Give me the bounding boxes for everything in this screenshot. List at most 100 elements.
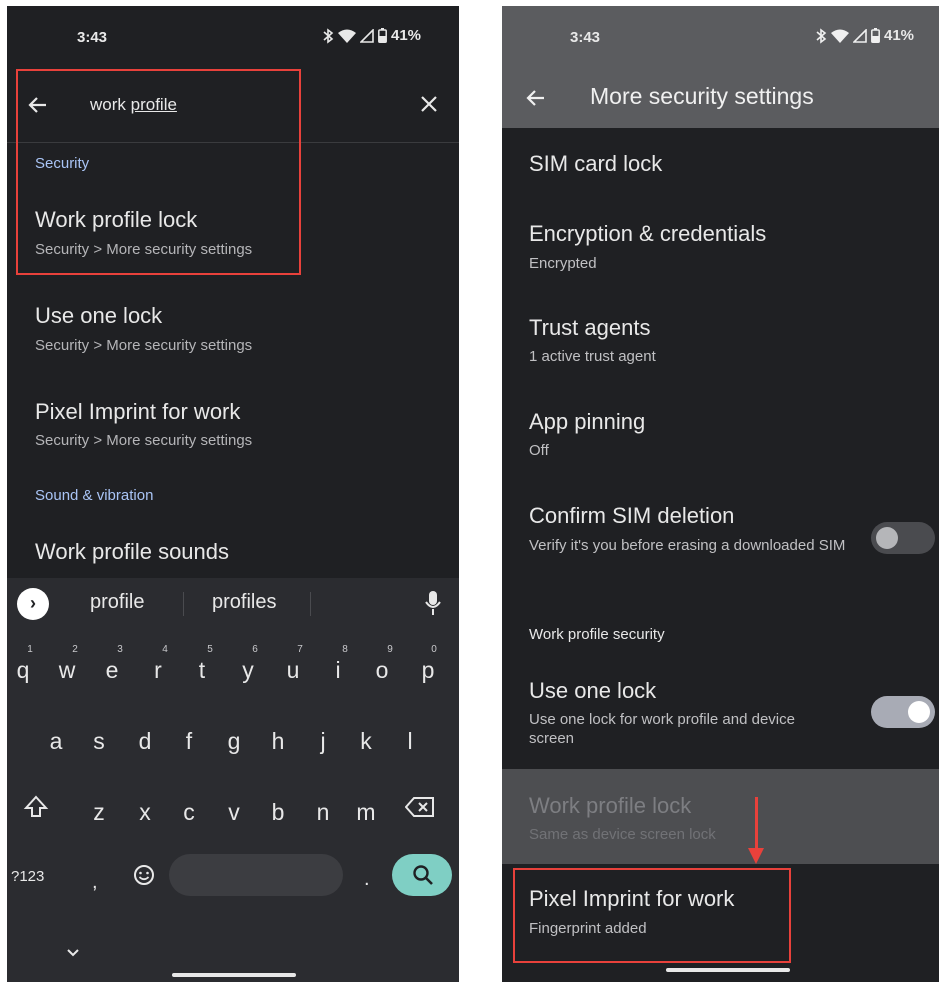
setting-subtitle: Verify it's you before erasing a downloa… [529,537,846,554]
mic-icon[interactable] [425,590,441,616]
key-a[interactable]: a [36,728,76,755]
key-hint: 9 [387,644,393,655]
key-v[interactable]: v [214,799,254,826]
key-o[interactable]: o [362,657,402,684]
key-hint: 2 [72,644,78,655]
key-period[interactable]: . [364,868,370,891]
setting-title: Encryption & credentials [529,221,767,246]
key-l[interactable]: l [390,728,430,755]
key-d[interactable]: d [125,728,165,755]
key-x[interactable]: x [125,799,165,826]
result-title: Work profile sounds [35,539,230,564]
wifi-icon [338,29,356,43]
key-h[interactable]: h [258,728,298,755]
suggestion-divider [310,592,311,616]
key-r[interactable]: r [138,657,178,684]
battery-icon [871,28,880,43]
key-g[interactable]: g [214,728,254,755]
chevron-right-icon[interactable]: › [17,588,49,620]
setting-subtitle: Fingerprint added [529,920,647,937]
key-j[interactable]: j [303,728,343,755]
left-phone-screen: 3:43 41% w o r k profile Security Work prof… [7,6,459,982]
keyboard: q w e r t y u i o p 1 2 3 4 5 6 7 8 9 0 … [7,628,459,982]
key-hint: 0 [431,644,437,655]
suggestion-divider [183,592,184,616]
setting-title: Work profile lock [529,793,692,818]
setting-subtitle: Off [529,442,549,459]
app-bar: 3:43 41% More security settings [502,6,939,128]
suggestion-profiles[interactable]: profiles [212,591,276,614]
key-u[interactable]: u [273,657,313,684]
result-title: Use one lock [35,303,163,328]
battery-icon [378,28,387,43]
bluetooth-icon [323,27,334,44]
key-k[interactable]: k [346,728,386,755]
setting-title: Use one lock [529,678,657,703]
symbols-key[interactable]: ?123 [11,868,44,885]
shift-icon[interactable] [23,794,49,820]
signal-icon [853,28,867,43]
enter-key[interactable] [392,854,452,896]
key-p[interactable]: p [408,657,448,684]
key-m[interactable]: m [346,799,386,826]
back-arrow-icon[interactable] [524,86,548,110]
key-n[interactable]: n [303,799,343,826]
close-icon[interactable] [419,94,439,114]
setting-title: Trust agents [529,315,651,340]
setting-subtitle: Encrypted [529,255,597,272]
key-b[interactable]: b [258,799,298,826]
key-c[interactable]: c [169,799,209,826]
suggestion-profile[interactable]: profile [90,591,144,614]
key-hint: 7 [297,644,303,655]
status-bar: 3:43 41% [502,6,939,66]
bluetooth-icon [816,27,827,44]
status-time: 3:43 [570,29,601,46]
gesture-nav-bar[interactable] [666,968,790,972]
battery-percent: 41% [391,27,422,44]
battery-percent: 41% [884,27,915,44]
key-hint: 4 [162,644,168,655]
key-e[interactable]: e [92,657,132,684]
results-section-sound: Sound & vibration [35,487,154,504]
status-bar: 3:43 41% [7,6,459,66]
search-icon [413,865,433,885]
highlight-box [513,868,791,963]
setting-work-profile-lock[interactable]: Work profile lock Same as device screen … [502,769,939,864]
chevron-down-icon[interactable] [66,948,80,958]
setting-title: App pinning [529,409,646,434]
key-comma[interactable]: , [92,871,98,894]
setting-subtitle: Use one lock for work profile and device… [529,711,795,747]
section-header-work-profile-security: Work profile security [529,626,665,643]
setting-subtitle: 1 active trust agent [529,348,656,365]
toggle-knob [876,527,898,549]
use-one-lock-toggle[interactable] [871,696,935,728]
key-s[interactable]: s [79,728,119,755]
key-q[interactable]: q [7,657,43,684]
backspace-icon[interactable] [405,795,435,819]
result-path: Security > More security settings [35,241,253,258]
key-w[interactable]: w [47,657,87,684]
key-y[interactable]: y [228,657,268,684]
key-i[interactable]: i [318,657,358,684]
annotation-arrow-shaft [755,797,758,852]
key-hint: 3 [117,644,123,655]
status-icons: 41% [322,27,421,44]
result-path: Security > More security settings [35,337,253,354]
key-hint: 6 [252,644,258,655]
key-t[interactable]: t [182,657,222,684]
gesture-nav-bar[interactable] [172,973,296,977]
space-key[interactable] [169,854,343,896]
key-z[interactable]: z [79,799,119,826]
result-path: Security > More security settings [35,432,253,449]
setting-title: SIM card lock [529,151,663,176]
suggestion-strip: › profile profiles [7,578,459,628]
wifi-icon [831,29,849,43]
confirm-sim-deletion-toggle[interactable] [871,522,935,554]
emoji-icon[interactable] [133,864,155,886]
annotation-arrow-head [748,848,764,864]
key-hint: 1 [27,644,33,655]
setting-title: Pixel Imprint for work [529,886,735,911]
result-title: Pixel Imprint for work [35,399,241,424]
key-f[interactable]: f [169,728,209,755]
toggle-knob [908,701,930,723]
